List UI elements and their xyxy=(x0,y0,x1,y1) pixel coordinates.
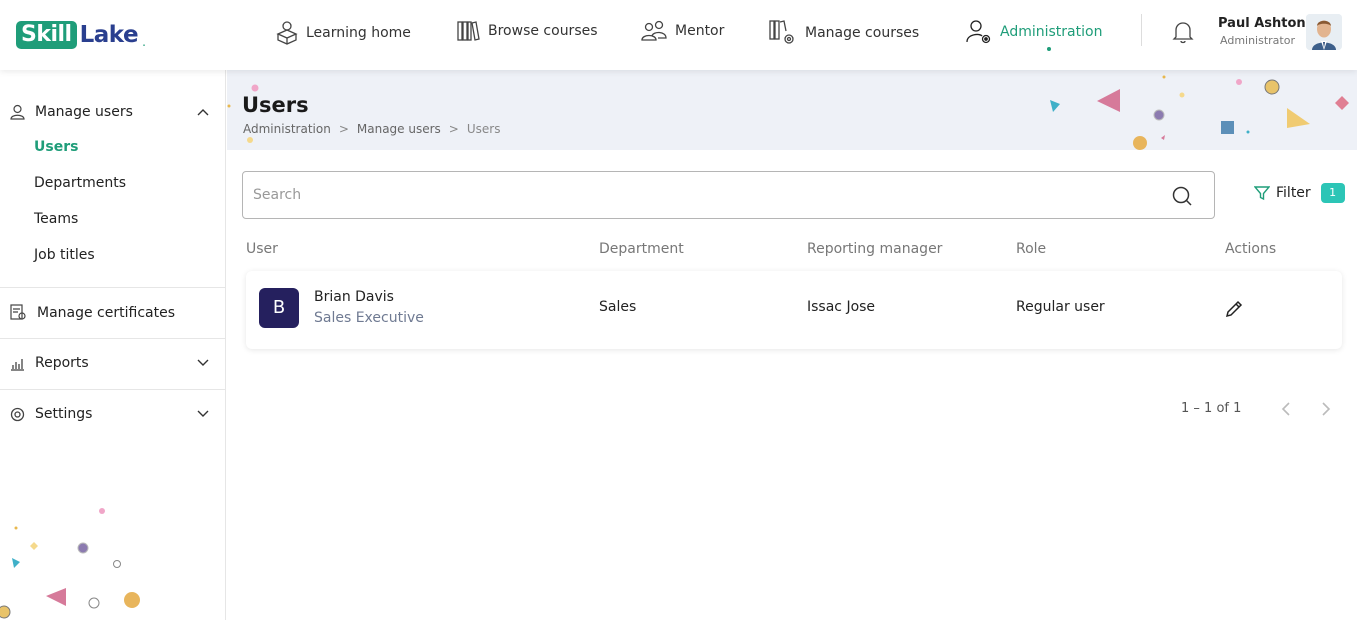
chevron-right-icon[interactable] xyxy=(1319,401,1333,417)
user-icon xyxy=(10,104,25,120)
nav-label: Mentor xyxy=(675,23,725,39)
pagination-range: 1 – 1 of 1 xyxy=(1181,401,1242,416)
chevron-down-icon[interactable] xyxy=(196,358,210,368)
header-decoration xyxy=(227,75,1349,150)
sidebar-reports[interactable]: Reports xyxy=(10,355,225,371)
user-name[interactable]: Paul Ashton xyxy=(1218,16,1306,31)
nav-label: Manage courses xyxy=(805,25,920,41)
department-cell: Sales xyxy=(599,299,637,315)
sidebar-decoration xyxy=(0,508,140,619)
chevron-up-icon[interactable] xyxy=(196,107,210,117)
sidebar-item-teams[interactable]: Teams xyxy=(34,211,78,227)
breadcrumb: Administration > Manage users > Users xyxy=(243,122,500,136)
role-cell: Regular user xyxy=(1016,299,1105,315)
nav-divider xyxy=(1141,14,1142,46)
page-header-band xyxy=(227,70,1357,150)
sidebar-divider xyxy=(0,338,225,339)
breadcrumb-separator: > xyxy=(448,122,459,136)
sidebar-item-job-titles[interactable]: Job titles xyxy=(34,247,95,263)
user-job-title-cell: Sales Executive xyxy=(314,310,424,326)
breadcrumb-item-manage-users[interactable]: Manage users xyxy=(357,122,441,136)
mentor-icon xyxy=(641,20,667,41)
breadcrumb-item-users: Users xyxy=(466,122,501,136)
skilllake-logo[interactable]: Skill Lake . xyxy=(16,20,146,50)
filter-button[interactable]: Filter 1 xyxy=(1254,183,1345,203)
column-header-role: Role xyxy=(1016,241,1047,257)
avatar[interactable] xyxy=(1306,14,1342,50)
nav-learning-home[interactable]: Learning home xyxy=(276,20,411,46)
page-title: Users xyxy=(242,93,309,117)
column-header-department: Department xyxy=(599,241,684,257)
filter-label: Filter xyxy=(1276,185,1311,201)
sidebar-settings-label: Settings xyxy=(35,406,93,422)
nav-administration[interactable]: Administration xyxy=(966,19,1102,45)
gear-icon xyxy=(10,407,25,421)
nav-label: Learning home xyxy=(306,25,411,41)
sidebar-manage-certificates[interactable]: Manage certificates xyxy=(10,304,225,321)
sidebar-manage-certificates-label: Manage certificates xyxy=(37,304,175,321)
chevron-left-icon[interactable] xyxy=(1279,401,1293,417)
sidebar-item-departments[interactable]: Departments xyxy=(34,175,126,191)
certificate-icon xyxy=(10,304,26,320)
column-header-user: User xyxy=(246,241,278,257)
chevron-down-icon[interactable] xyxy=(196,409,210,419)
edit-pencil-icon[interactable] xyxy=(1224,299,1244,319)
manage-courses-icon xyxy=(769,20,794,44)
books-icon xyxy=(457,21,480,41)
sidebar-manage-users[interactable]: Manage users xyxy=(10,104,225,120)
reports-icon xyxy=(11,358,24,371)
nav-browse-courses[interactable]: Browse courses xyxy=(456,19,598,43)
breadcrumb-separator: > xyxy=(338,122,349,136)
bell-icon[interactable] xyxy=(1172,20,1194,48)
filter-icon xyxy=(1254,186,1270,201)
logo-lake-text: Lake xyxy=(79,22,139,48)
active-indicator xyxy=(1047,47,1051,51)
sidebar-item-users[interactable]: Users xyxy=(34,139,78,155)
search-input[interactable] xyxy=(253,184,1153,206)
user-name-cell[interactable]: Brian Davis xyxy=(314,289,394,305)
nav-manage-courses[interactable]: Manage courses xyxy=(769,19,919,47)
sidebar-reports-label: Reports xyxy=(35,355,89,371)
sidebar-divider xyxy=(0,389,225,390)
search-icon[interactable] xyxy=(1171,185,1193,207)
sidebar-divider xyxy=(0,287,225,288)
nav-label: Administration xyxy=(1000,24,1103,40)
sidebar-manage-users-label: Manage users xyxy=(35,104,133,120)
column-header-actions: Actions xyxy=(1225,241,1277,257)
search-box xyxy=(242,171,1215,219)
learning-home-icon xyxy=(276,21,298,45)
nav-label: Browse courses xyxy=(488,23,598,39)
admin-user-icon xyxy=(966,20,991,44)
breadcrumb-item-administration[interactable]: Administration xyxy=(243,122,331,136)
user-role: Administrator xyxy=(1220,34,1295,47)
top-bar: Skill Lake . Learning home Browse course… xyxy=(0,0,1357,70)
nav-mentor[interactable]: Mentor xyxy=(641,19,724,43)
sidebar-settings[interactable]: Settings xyxy=(10,406,225,422)
column-header-reporting-manager: Reporting manager xyxy=(807,241,943,257)
user-initial-avatar: B xyxy=(259,288,299,328)
logo-dot: . xyxy=(142,35,146,49)
reporting-manager-cell: Issac Jose xyxy=(807,299,876,315)
logo-skill-text: Skill xyxy=(16,21,77,49)
filter-count-badge: 1 xyxy=(1320,183,1345,203)
